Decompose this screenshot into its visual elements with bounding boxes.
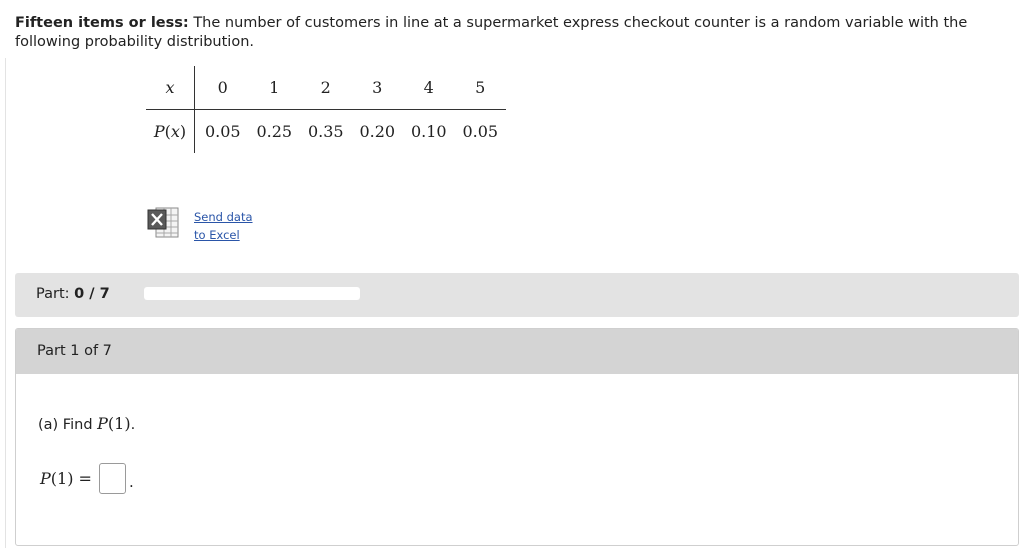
problem-statement: Fifteen items or less: The number of cus… [15,14,1020,52]
x-value: 2 [300,66,352,110]
answer-arg: 1 [57,469,68,488]
px-p-symbol: P [153,122,165,141]
question-p-symbol: P [97,414,108,433]
p-value: 0.10 [410,122,447,141]
question-arg: 1 [114,414,125,433]
answer-period: . [128,472,134,491]
x-value: 0 [194,66,249,110]
question-math: P(1) [97,414,131,433]
p-value: 0.25 [256,122,293,141]
answer-row: P(1) = . [40,463,134,494]
answer-input[interactable] [98,463,126,494]
x-value: 4 [403,66,455,110]
x-value: 5 [454,66,506,110]
question-text: (a) Find P(1). [38,414,136,433]
excel-link-line2[interactable]: to Excel [194,226,253,244]
left-rule [5,58,6,548]
problem-title: Fifteen items or less: [15,15,189,31]
part-title: Part 1 of 7 [37,343,112,359]
part-progress-label: Part: 0 / 7 [36,286,110,302]
x-value: 1 [248,66,300,110]
table-row-x: x 0 1 2 3 4 5 [146,66,506,110]
answer-p-symbol: P [40,469,51,488]
part-count: 0 / 7 [74,286,110,302]
px-header: P(x) [146,109,195,153]
question-prefix: (a) Find [38,417,93,433]
progress-bar-section: Part: 0 / 7 [15,273,1019,317]
x-header: x [146,66,195,110]
part-panel: Part 1 of 7 (a) Find P(1). P(1) = . [15,328,1019,546]
probability-table: x 0 1 2 3 4 5 P(x) 0.05 0.25 0.35 0.20 0… [146,66,506,153]
table-row-px: P(x) 0.05 0.25 0.35 0.20 0.10 0.05 [146,109,506,153]
part-label-text: Part: [36,286,70,302]
p-value: 0.20 [359,122,396,141]
p-value: 0.05 [204,122,241,141]
x-value: 3 [351,66,403,110]
px-x-symbol: x [170,122,180,141]
p-value: 0.35 [307,122,344,141]
part-header: Part 1 of 7 [16,329,1018,374]
excel-icon[interactable] [146,205,183,240]
p-value: 0.05 [462,122,499,141]
progress-track [144,287,360,300]
excel-link-line1[interactable]: Send data [194,208,253,226]
answer-label: P(1) = [40,469,92,488]
send-to-excel-link[interactable]: Send data to Excel [194,208,253,244]
